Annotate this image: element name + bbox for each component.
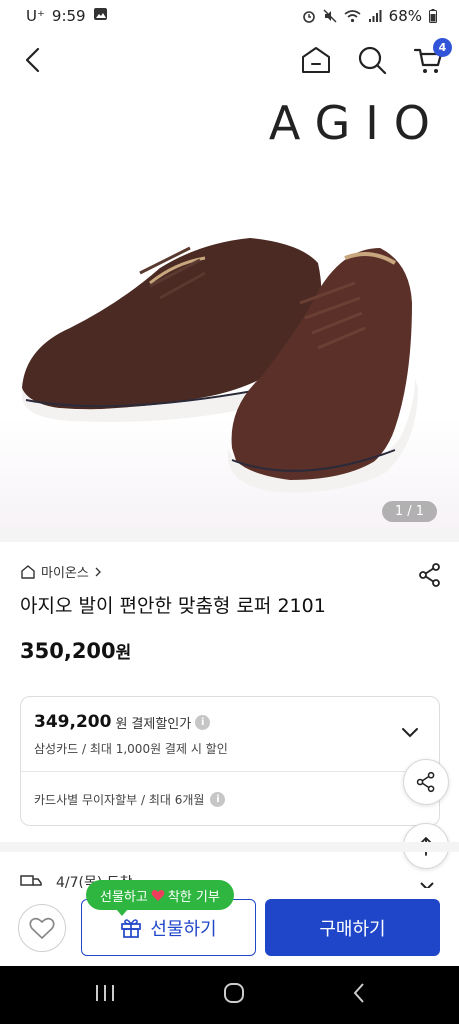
status-bar: U⁺ 9:59 68% [0, 0, 459, 32]
share-icon [419, 563, 440, 587]
battery-icon [429, 9, 437, 23]
section-divider [0, 528, 459, 542]
home-icon [302, 47, 330, 73]
clock: 9:59 [51, 7, 86, 25]
header-actions: 4 [299, 38, 452, 77]
info-icon[interactable]: i [210, 792, 226, 807]
wifi-icon [344, 9, 361, 23]
status-left: U⁺ 9:59 [26, 7, 108, 25]
search-icon [358, 46, 387, 75]
discount-price-row: 349,200 원 결제할인가 i [34, 712, 211, 732]
back-nav-button[interactable] [352, 982, 366, 1008]
battery-percent: 68% [388, 7, 422, 25]
chevron-down-icon [402, 728, 418, 738]
discount-detail: 삼성카드 / 최대 1,000원 결제 시 할인 [34, 742, 228, 756]
installment-row: 카드사별 무이자할부 / 최대 6개월 i [34, 791, 226, 808]
home-outline-icon [21, 564, 35, 579]
share-icon [416, 771, 435, 793]
system-nav-bar [0, 966, 459, 1024]
carrier-label: U⁺ [26, 7, 45, 25]
recent-apps-icon [95, 985, 114, 1001]
chevron-right-icon [95, 567, 101, 576]
share-button[interactable] [417, 562, 443, 592]
breadcrumb-label: 마이온스 [41, 566, 89, 581]
breadcrumb[interactable]: 마이온스 [20, 562, 102, 581]
buy-button-label: 구매하기 [319, 918, 386, 940]
expand-chevron-button[interactable] [401, 724, 419, 743]
floating-share-button[interactable] [403, 759, 449, 805]
gift-tooltip[interactable]: 선물하고 착한 기부 [86, 880, 234, 916]
back-nav-icon [353, 983, 364, 1003]
shoes-image [22, 238, 418, 493]
card-discount-box[interactable]: 349,200 원 결제할인가 i 삼성카드 / 최대 1,000원 결제 시 할… [20, 696, 440, 826]
home-circle-icon [223, 983, 244, 1003]
product-image[interactable]: AGIO 1 / 1 [0, 88, 459, 528]
status-right: 68% [302, 7, 437, 25]
price-unit: 원 [115, 643, 132, 663]
wishlist-button[interactable] [18, 904, 66, 952]
recent-apps-button[interactable] [94, 983, 116, 1007]
tooltip-suffix: 착한 기부 [167, 889, 220, 905]
info-icon[interactable]: i [195, 714, 211, 730]
cart-count-badge: 4 [433, 38, 452, 57]
buy-button[interactable]: 구매하기 [265, 899, 440, 956]
back-button[interactable] [16, 43, 50, 77]
section-divider [0, 842, 459, 852]
home-button[interactable] [299, 43, 333, 77]
gift-icon [121, 918, 142, 938]
discount-label: 결제할인가 [131, 716, 192, 732]
card-divider [21, 771, 439, 772]
gallery-icon [93, 7, 108, 25]
image-counter: 1 / 1 [381, 501, 437, 522]
home-nav-button[interactable] [223, 982, 245, 1008]
product-title: 아지오 발이 편안한 맞춤형 로퍼 2101 [20, 595, 326, 617]
signal-icon [368, 9, 382, 23]
installment-text: 카드사별 무이자할부 / 최대 6개월 [34, 793, 205, 807]
mute-icon [323, 9, 337, 23]
product-price: 350,200원 [20, 638, 131, 663]
back-arrow-icon [25, 47, 40, 73]
discount-amount: 349,200 [34, 712, 112, 732]
app-header: 4 [0, 32, 459, 88]
tooltip-prefix: 선물하고 [100, 889, 148, 905]
discount-unit: 원 [115, 716, 128, 732]
heart-outline-icon [29, 917, 55, 939]
heart-icon [151, 889, 165, 901]
cart-button[interactable]: 4 [411, 38, 452, 77]
search-button[interactable] [355, 43, 389, 77]
gift-button-label: 선물하기 [150, 918, 217, 940]
price-amount: 350,200 [20, 639, 116, 663]
alarm-icon [302, 9, 316, 23]
